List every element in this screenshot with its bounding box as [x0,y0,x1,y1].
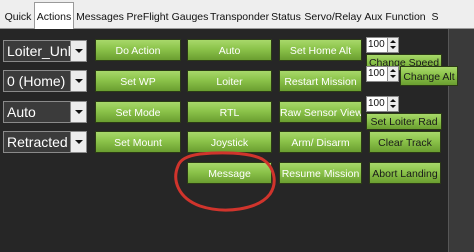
auto-button[interactable]: Auto [187,39,272,61]
raw-sensor-view-button[interactable]: Raw Sensor View [279,101,362,123]
chevron-down-icon[interactable] [70,132,86,152]
tab-preflight[interactable]: PreFlight [125,6,170,29]
flight-mode-select[interactable]: Auto [3,101,87,123]
chevron-down-icon[interactable] [70,41,86,61]
mode-select[interactable]: Loiter_Unlim [3,40,87,62]
set-mount-button[interactable]: Set Mount [95,131,181,153]
tab-bar: Quick Actions Messages PreFlight Gauges … [0,0,474,30]
alt-stepper[interactable]: 100 [366,66,399,82]
rtl-button[interactable]: RTL [187,101,272,123]
restart-mission-button[interactable]: Restart Mission [279,70,362,92]
alt-stepper-value: 100 [368,68,385,79]
flight-mode-select-value: Auto [7,104,36,120]
arm-disarm-button[interactable]: Arm/ Disarm [279,131,362,153]
tab-status[interactable]: Status [268,6,304,29]
loiter-button[interactable]: Loiter [187,70,272,92]
chevron-down-icon[interactable] [70,102,86,122]
waypoint-select[interactable]: 0 (Home) [3,70,87,92]
chevron-down-icon[interactable] [70,71,86,91]
set-home-alt-button[interactable]: Set Home Alt [279,39,362,61]
clear-track-button[interactable]: Clear Track [369,131,441,153]
tab-transponder[interactable]: Transponder [210,6,269,29]
tab-messages[interactable]: Messages [75,6,125,29]
speed-stepper-value: 100 [368,39,385,50]
tab-actions[interactable]: Actions [34,2,74,30]
set-loiter-rad-button[interactable]: Set Loiter Rad [366,113,442,130]
abort-landing-button[interactable]: Abort Landing [369,162,441,184]
speed-stepper[interactable]: 100 [366,37,399,53]
mount-select-value: Retracted [7,134,68,150]
loiter-rad-stepper[interactable]: 100 [366,96,399,112]
set-wp-button[interactable]: Set WP [95,70,181,92]
mode-select-value: Loiter_Unlim [7,43,71,59]
change-alt-button[interactable]: Change Alt [400,66,458,86]
set-mode-button[interactable]: Set Mode [95,101,181,123]
tab-gauges[interactable]: Gauges [170,6,210,29]
vertical-scrollbar[interactable] [448,29,474,252]
stepper-arrows-icon[interactable] [387,38,398,52]
resume-mission-button[interactable]: Resume Mission [279,162,362,184]
tab-overflow[interactable]: S [428,6,442,29]
waypoint-select-value: 0 (Home) [7,73,66,89]
stepper-arrows-icon[interactable] [387,67,398,81]
mount-select[interactable]: Retracted [3,131,87,153]
loiter-rad-stepper-value: 100 [368,98,385,109]
tab-aux-function[interactable]: Aux Function [362,6,428,29]
annotation-circle [174,151,276,212]
tab-quick[interactable]: Quick [2,6,34,29]
do-action-button[interactable]: Do Action [95,39,181,61]
tab-servo-relay[interactable]: Servo/Relay [304,6,362,29]
stepper-arrows-icon[interactable] [387,97,398,111]
